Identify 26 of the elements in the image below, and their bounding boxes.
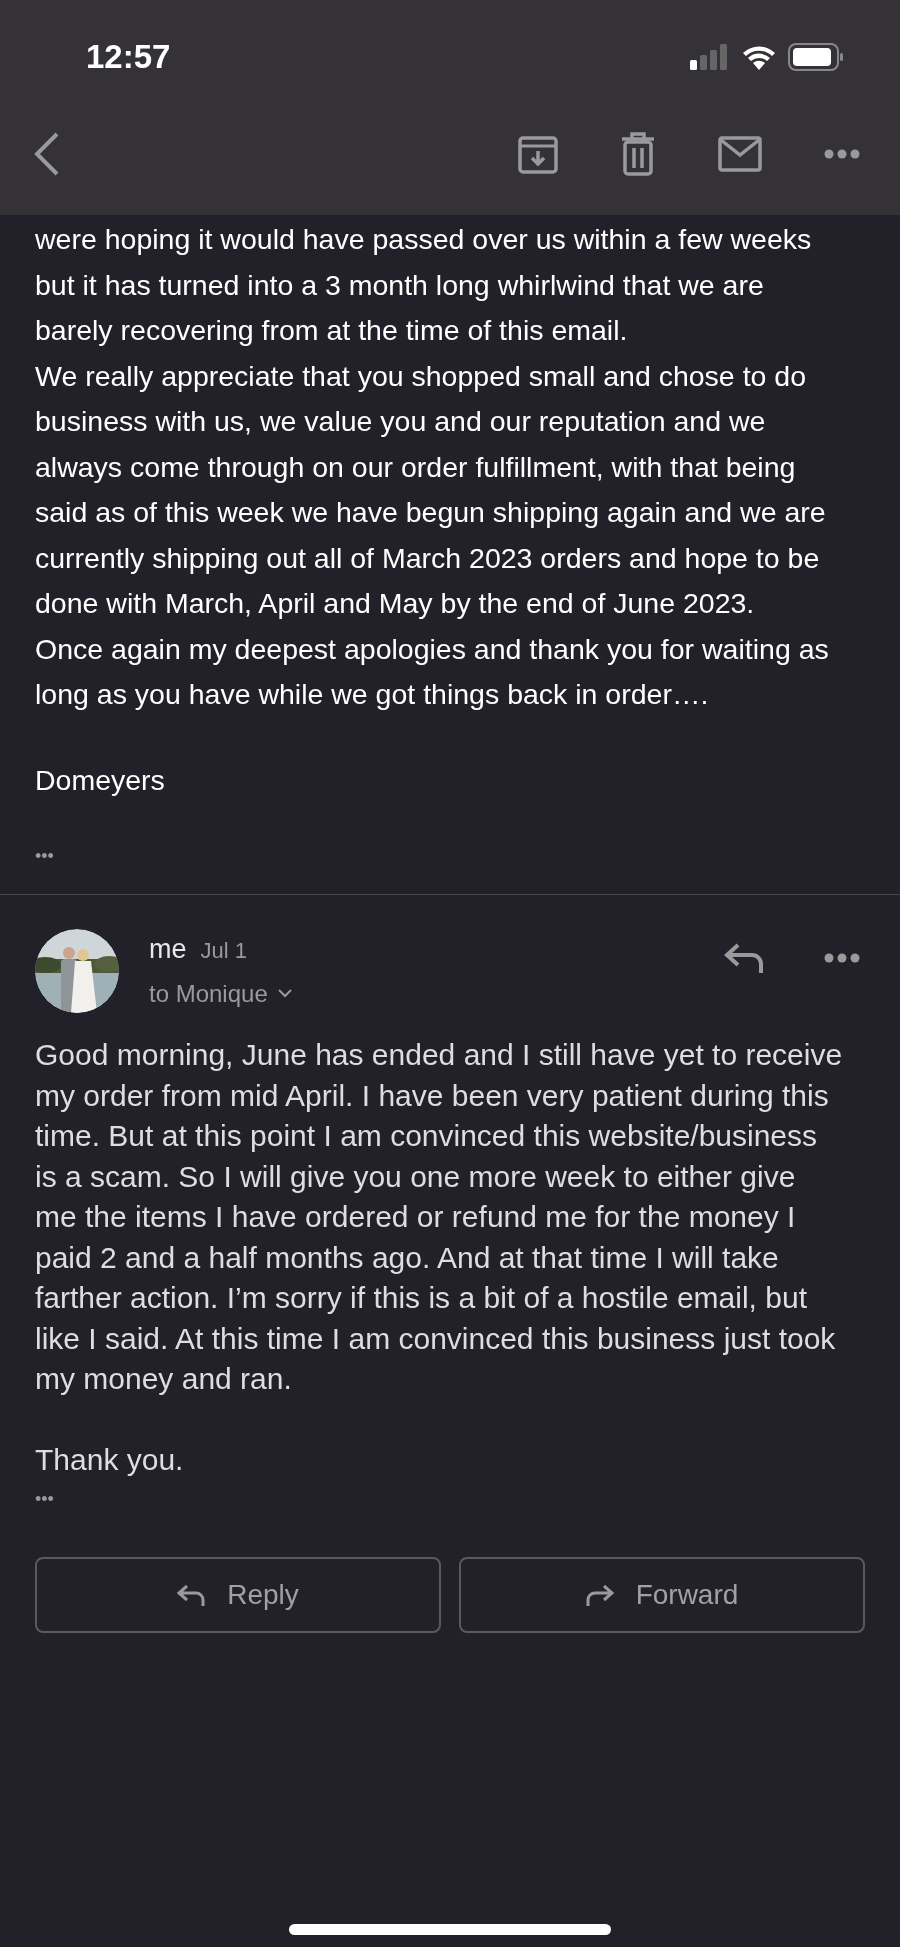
forward-icon — [585, 1584, 614, 1606]
message-signature: Domeyers — [35, 762, 166, 798]
message-closing: Thank you. — [35, 1441, 185, 1478]
status-time: 12:57 — [86, 37, 171, 77]
message-paragraph: We really appreciate that you shopped small and chose to do business with us, we value you and our reputation and we always come through on our order fulfillment, with that being said as of this week we have begun shipping again and we are currently shipping out all of March 2023 orders and hope to be done with March, April and May by the end of June 2023. — [35, 358, 827, 621]
mail-icon[interactable] — [718, 135, 762, 172]
chevron-down-icon[interactable] — [277, 989, 292, 998]
message-paragraph: were hoping it would have passed over us within a few weeks but it has turned into a 3 month long whirlwind that we are barely recovering from at the time of this email. — [35, 222, 813, 348]
recipient-label[interactable]: to Monique — [149, 975, 268, 1012]
back-icon[interactable] — [34, 131, 60, 176]
message-date: Jul 1 — [200, 937, 247, 965]
signal-icon — [690, 43, 730, 70]
expand-dots: ••• — [34, 845, 55, 868]
archive-icon[interactable] — [518, 133, 558, 174]
trash-icon[interactable] — [620, 131, 656, 176]
message-paragraph: Good morning, June has ended and I still have yet to receive my order from mid April. I have been very patient during this time. But at this point I am convinced this website/business is a scam. So I will give you one more week to either give me the items I have ordered or refund me for the money I paid 2 and a half months ago. And at that time I will take farther action. I’m sorry if this is a bit of a hostile email, but like I said. At this time I am convinced this business just took my money and ran. — [35, 1037, 844, 1397]
reply-icon[interactable] — [724, 943, 764, 973]
forward-button[interactable]: Forward — [459, 1557, 865, 1633]
battery-icon — [788, 42, 844, 71]
message-paragraph: Once again my deepest apologies and thank you for waiting as long as you have while we got things back in order…. — [35, 631, 830, 712]
reply-icon — [177, 1584, 206, 1606]
sender-name: me — [149, 933, 187, 966]
more-icon[interactable] — [824, 953, 860, 963]
reply-button[interactable]: Reply — [35, 1557, 441, 1633]
expand-dots: ••• — [34, 1488, 55, 1511]
more-icon[interactable] — [824, 148, 860, 159]
